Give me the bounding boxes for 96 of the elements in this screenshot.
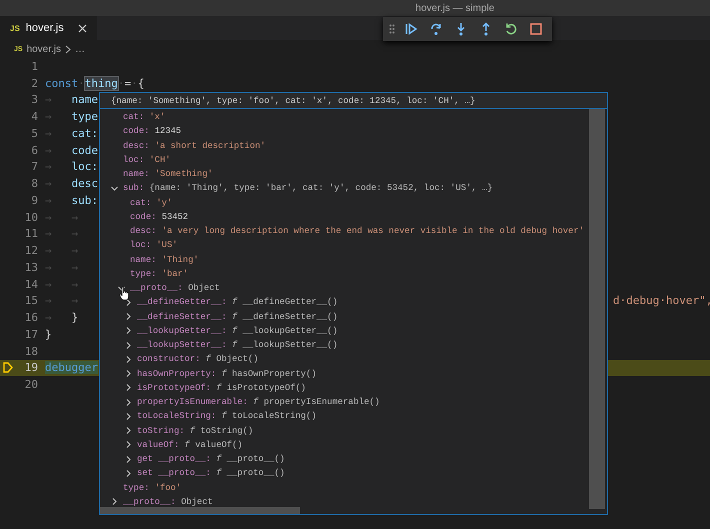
code-line: → → xyxy=(45,294,78,308)
variable-row[interactable]: isPrototypeOf: f isPrototypeOf() xyxy=(137,382,306,393)
variable-row[interactable]: name: 'Something' xyxy=(123,169,213,180)
line-number: 17 xyxy=(24,328,38,341)
line-number: 9 xyxy=(30,194,38,207)
code-line: → → xyxy=(45,278,78,291)
code-line: → → xyxy=(45,227,78,240)
line-number: 2 xyxy=(30,76,38,90)
variable-row[interactable]: loc: 'CH' xyxy=(123,154,171,165)
pointer-hand-icon xyxy=(119,286,131,301)
line-number: 20 xyxy=(24,378,38,392)
chevron-icon[interactable] xyxy=(111,498,118,506)
chevron-icon[interactable] xyxy=(125,342,132,349)
variable-row[interactable]: cat: 'x' xyxy=(123,112,166,122)
line-number: 15 xyxy=(24,294,38,308)
variable-row[interactable]: sub: {name: 'Thing', type: 'bar', cat: 'y', code: 53452, loc: 'US', …} xyxy=(123,183,493,194)
code-line: → sub: xyxy=(45,194,98,207)
line-number: 13 xyxy=(24,260,38,274)
breadcrumb-item[interactable]: … xyxy=(75,44,86,54)
variable-row[interactable]: set __proto__: f __proto__() xyxy=(137,468,285,478)
line-number: 19 xyxy=(24,361,38,374)
variable-row[interactable]: constructor: f Object() xyxy=(137,354,258,364)
editor-tab[interactable]: JS hover.js xyxy=(0,16,97,40)
line-number: 12 xyxy=(24,244,38,258)
code-line: → cat: xyxy=(45,126,98,140)
variable-row[interactable]: cat: 'y' xyxy=(130,198,172,208)
code-line: → loc: xyxy=(45,160,98,174)
code-line: const·thing·=·{ xyxy=(45,76,144,90)
variable-row[interactable]: name: 'Thing' xyxy=(130,254,199,265)
line-number: 18 xyxy=(24,344,38,358)
drag-handle-icon[interactable] xyxy=(389,24,395,34)
chevron-icon[interactable] xyxy=(125,370,132,378)
chevron-icon[interactable] xyxy=(125,327,132,334)
continue-icon xyxy=(404,22,418,36)
code-line: d·debug·hover", xyxy=(612,294,710,308)
code-line: → name xyxy=(45,93,98,106)
variable-row[interactable]: toLocaleString: f toLocaleString() xyxy=(137,411,316,422)
step-over-icon xyxy=(429,22,443,36)
chevron-icon[interactable] xyxy=(125,427,132,434)
line-number: 4 xyxy=(30,110,38,124)
variable-row[interactable]: __lookupGetter__: f __lookupGetter__() xyxy=(137,326,338,336)
variable-row[interactable]: loc: 'US' xyxy=(130,240,178,250)
code-line: → } xyxy=(45,311,78,324)
chevron-right-icon xyxy=(65,44,72,54)
close-icon[interactable] xyxy=(78,24,87,32)
variable-row[interactable]: code: 53452 xyxy=(130,212,188,222)
variable-row[interactable]: get __proto__: f __proto__() xyxy=(137,454,285,464)
code-line: → code xyxy=(45,144,98,157)
line-number: 16 xyxy=(24,311,38,324)
scrollbar-thumb[interactable] xyxy=(100,507,300,514)
variable-row[interactable]: __proto__: Object xyxy=(123,496,213,507)
line-number: 14 xyxy=(24,278,38,291)
line-number: 1 xyxy=(30,60,38,73)
chevron-icon[interactable] xyxy=(125,441,132,448)
variable-row[interactable]: desc: 'a very long description where the end was never visible in the old debug hover' xyxy=(130,226,584,236)
variable-row[interactable]: type: 'foo' xyxy=(123,482,182,493)
chevron-icon[interactable] xyxy=(125,384,132,392)
hover-summary: {name: 'Something', type: 'foo', cat: 'x', code: 12345, loc: 'CH', …} xyxy=(111,96,476,106)
variable-row[interactable]: __proto__: Object xyxy=(130,283,220,294)
chevron-icon[interactable] xyxy=(125,470,132,477)
code-line: → → xyxy=(45,210,78,224)
code-line: → → xyxy=(45,260,78,274)
variable-row[interactable]: propertyIsEnumerable: f propertyIsEnumerable() xyxy=(137,397,380,408)
variable-row[interactable]: __lookupSetter__: f __lookupSetter__() xyxy=(137,340,338,350)
variable-row[interactable]: __defineSetter__: f __defineSetter__() xyxy=(137,312,338,322)
line-number: 7 xyxy=(30,160,38,174)
chevron-icon[interactable] xyxy=(125,412,132,420)
line-number: 11 xyxy=(24,227,38,240)
chevron-icon[interactable] xyxy=(111,184,118,192)
code-line: → desc xyxy=(45,177,98,190)
stop-icon xyxy=(529,22,543,36)
variable-row[interactable]: type: 'bar' xyxy=(130,268,188,279)
chevron-icon[interactable] xyxy=(125,456,132,463)
line-number: 10 xyxy=(24,210,38,224)
variable-row[interactable]: valueOf: f valueOf() xyxy=(137,440,243,450)
code-line: → → xyxy=(45,244,78,258)
variable-row[interactable]: desc: 'a short description' xyxy=(123,140,266,151)
variable-row[interactable]: __defineGetter__: f __defineGetter__() xyxy=(137,297,338,308)
breadcrumb-item[interactable]: hover.js xyxy=(26,44,62,54)
chevron-icon[interactable] xyxy=(125,356,132,363)
line-number: 8 xyxy=(30,177,38,190)
chevron-icon[interactable] xyxy=(125,313,132,320)
code-line: → type xyxy=(45,110,98,124)
line-number: 3 xyxy=(30,93,38,106)
variable-row[interactable]: toString: f toString() xyxy=(137,426,254,436)
scrollbar-thumb[interactable] xyxy=(589,109,605,509)
variable-row[interactable]: hasOwnProperty: f hasOwnProperty() xyxy=(137,368,316,379)
debug-pointer-icon xyxy=(3,362,13,374)
variable-row[interactable]: code: 12345 xyxy=(123,126,182,136)
line-number: 5 xyxy=(30,126,38,140)
chevron-icon[interactable] xyxy=(125,398,132,406)
chevron-icon[interactable] xyxy=(125,298,132,306)
line-number: 6 xyxy=(30,144,38,157)
window-title: hover.js — simple xyxy=(416,2,494,14)
restart-icon xyxy=(504,22,518,36)
code-line: } xyxy=(45,328,52,341)
